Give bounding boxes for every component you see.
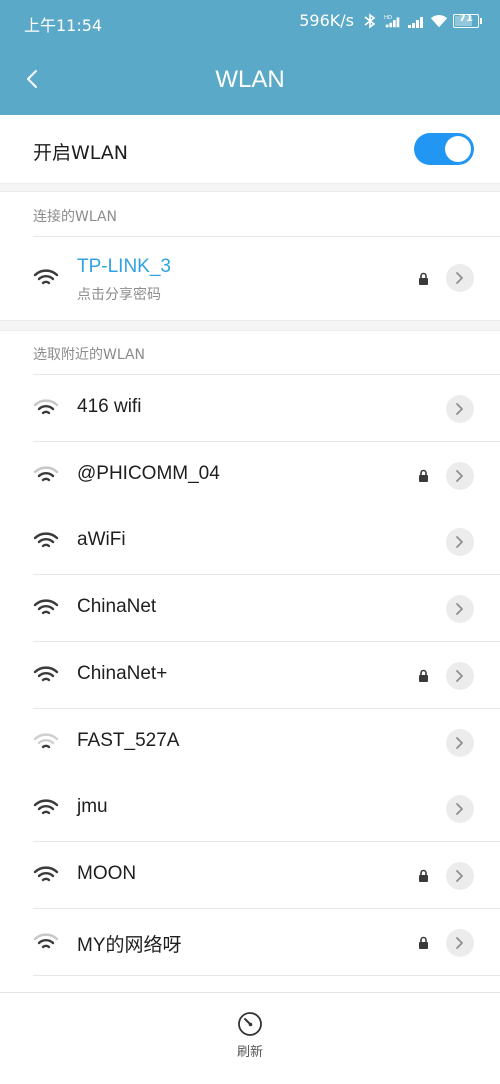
status-time: 上午11:54 (24, 16, 103, 35)
lock-icon (419, 936, 428, 949)
chevron-right-icon (456, 536, 463, 548)
wlan-toggle-switch[interactable] (414, 133, 474, 165)
battery-icon: 71 (453, 13, 482, 28)
network-row[interactable]: FAST_527A (0, 709, 500, 776)
bluetooth-icon (364, 12, 376, 29)
battery-level: 71 (459, 13, 473, 24)
network-name: aWiFi (77, 529, 126, 550)
chevron-right-icon (456, 870, 463, 882)
hd-signal-icon: HD (384, 15, 400, 27)
nav-bar: WLAN (0, 44, 500, 115)
lock-icon (419, 869, 428, 882)
lock-icon (419, 272, 428, 285)
connected-network-name: TP-LINK_3 (77, 256, 171, 277)
lock-icon (419, 469, 428, 482)
signal-icon (408, 16, 423, 28)
network-row[interactable]: @PHICOMM_04 (0, 442, 500, 509)
wifi-signal-icon (33, 399, 59, 415)
network-row[interactable]: ChinaNet+ (0, 642, 500, 709)
chevron-right-icon (456, 272, 463, 284)
chevron-right-icon (456, 670, 463, 682)
section-gap (0, 320, 500, 331)
network-detail-button[interactable] (446, 929, 474, 957)
status-icons: 596K/s HD 71 (299, 11, 482, 30)
chevron-right-icon (456, 803, 463, 815)
network-name: MOON (77, 863, 137, 884)
network-name: 416 wifi (77, 396, 142, 417)
network-detail-button[interactable] (446, 729, 474, 757)
network-name: jmu (77, 796, 108, 817)
app-header: 上午11:54 596K/s HD 71 WLAN (0, 0, 500, 115)
share-password-hint: 点击分享密码 (77, 287, 161, 303)
chevron-right-icon (456, 937, 463, 949)
network-detail-button[interactable] (446, 395, 474, 423)
network-name: MY的网络呀 (77, 935, 182, 956)
chevron-right-icon (456, 470, 463, 482)
wifi-signal-icon (33, 599, 59, 615)
network-detail-button[interactable] (446, 795, 474, 823)
network-detail-button[interactable] (446, 595, 474, 623)
section-gap (0, 183, 500, 192)
wifi-signal-icon (33, 933, 59, 949)
network-name: @PHICOMM_04 (77, 463, 220, 484)
lock-icon (419, 669, 428, 682)
chevron-right-icon (456, 737, 463, 749)
network-row[interactable]: MOON (0, 842, 500, 909)
status-bar: 上午11:54 596K/s HD 71 (0, 0, 500, 44)
network-row[interactable]: 416 wifi (0, 375, 500, 442)
refresh-button[interactable]: 刷新 (222, 1011, 278, 1065)
nearby-section-title: 选取附近的WLAN (33, 347, 146, 363)
network-name: FAST_527A (77, 730, 180, 751)
chevron-right-icon (456, 603, 463, 615)
toggle-knob (445, 136, 471, 162)
refresh-icon (238, 1012, 262, 1036)
wlan-toggle-label: 开启WLAN (33, 142, 129, 164)
connected-network-row[interactable]: TP-LINK_3 点击分享密码 (0, 237, 500, 320)
wlan-toggle-row[interactable]: 开启WLAN (0, 115, 500, 183)
page-title: WLAN (215, 66, 285, 93)
network-name: ChinaNet (77, 596, 157, 617)
wifi-signal-icon (33, 269, 59, 285)
svg-text:HD: HD (384, 15, 392, 21)
network-row[interactable]: aWiFi (0, 508, 500, 575)
refresh-label: 刷新 (236, 1045, 263, 1060)
network-detail-button[interactable] (446, 462, 474, 490)
bottom-toolbar: 刷新 (0, 992, 500, 1084)
wifi-signal-icon (33, 799, 59, 815)
divider (33, 975, 500, 976)
wifi-signal-icon (33, 733, 59, 749)
wifi-status-icon (430, 14, 448, 27)
connected-section-title: 连接的WLAN (33, 209, 118, 225)
network-row[interactable]: MY的网络呀 (0, 909, 500, 976)
network-detail-button[interactable] (446, 662, 474, 690)
network-detail-button[interactable] (446, 528, 474, 556)
network-speed: 596K/s (299, 11, 354, 30)
wifi-signal-icon (33, 466, 59, 482)
wifi-signal-icon (33, 866, 59, 882)
network-name: ChinaNet+ (77, 663, 168, 684)
network-row[interactable]: jmu (0, 775, 500, 842)
network-row[interactable]: ChinaNet (0, 575, 500, 642)
wifi-signal-icon (33, 532, 59, 548)
chevron-right-icon (456, 403, 463, 415)
network-detail-button[interactable] (446, 862, 474, 890)
network-detail-button[interactable] (446, 264, 474, 292)
wifi-signal-icon (33, 666, 59, 682)
